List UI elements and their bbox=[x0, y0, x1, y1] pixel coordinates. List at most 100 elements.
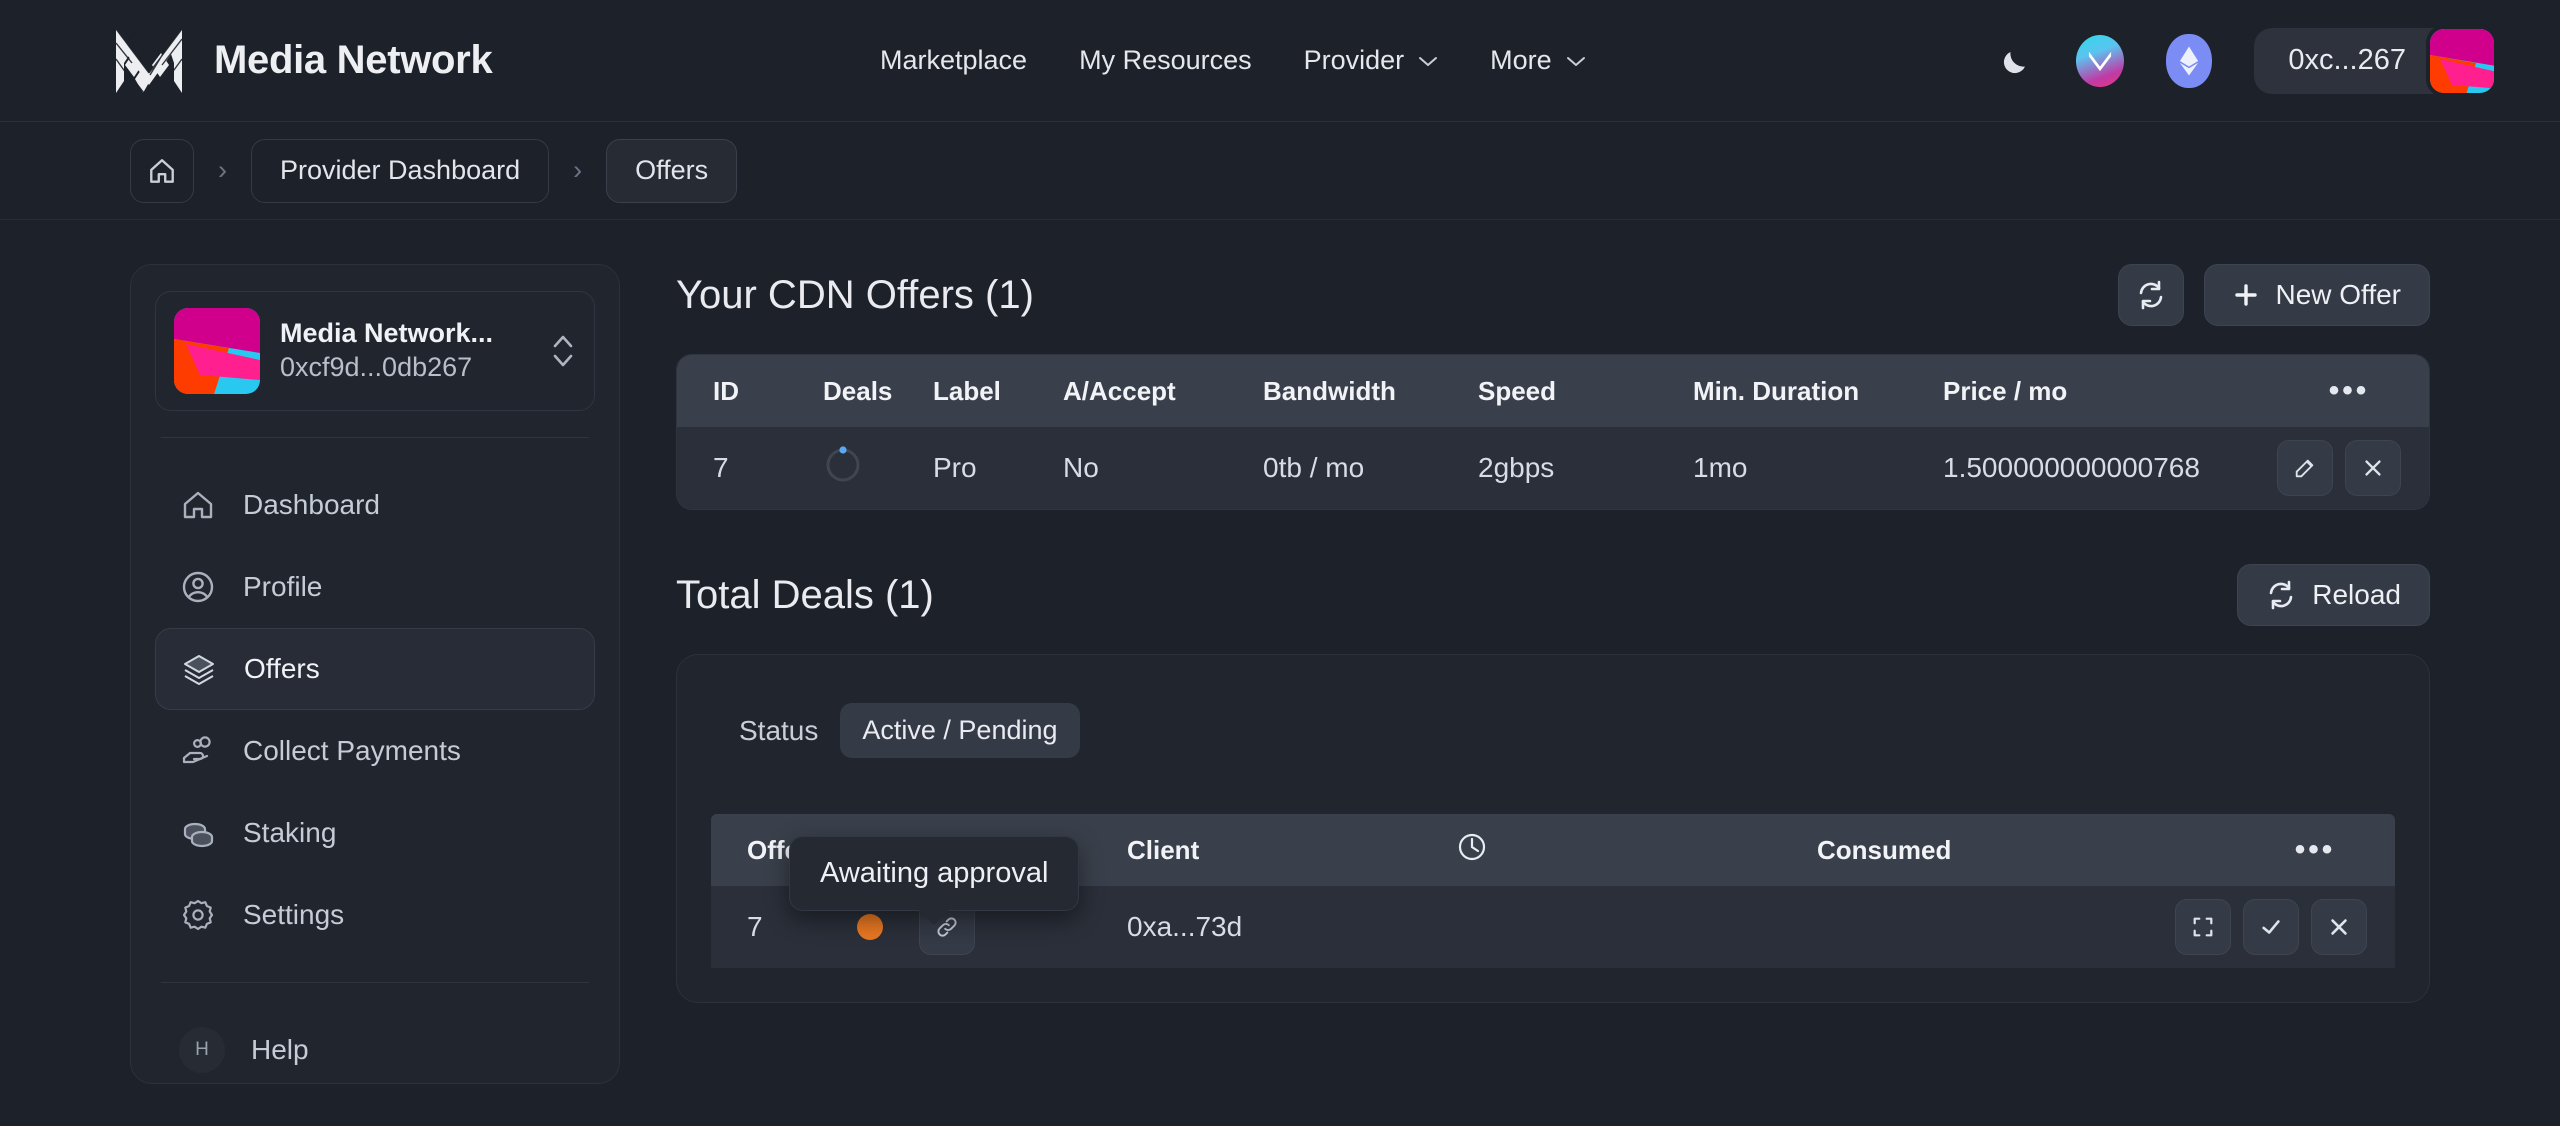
media-network-logo-icon bbox=[115, 28, 183, 93]
offers-table: ID Deals Label A/Accept Bandwidth Speed … bbox=[676, 354, 2430, 510]
sidebar-item-collect-payments[interactable]: Collect Payments bbox=[155, 710, 595, 792]
deals-table-menu-button[interactable]: ••• bbox=[2235, 833, 2395, 867]
breadcrumb-separator: › bbox=[218, 155, 227, 185]
new-offer-button[interactable]: New Offer bbox=[2204, 264, 2430, 326]
breadcrumb-item-provider-dashboard[interactable]: Provider Dashboard bbox=[251, 138, 550, 203]
account-avatar bbox=[174, 308, 260, 394]
status-filter: Status Active / Pending bbox=[711, 689, 1098, 772]
reload-icon bbox=[2269, 580, 2293, 610]
sidebar-item-staking[interactable]: Staking bbox=[155, 792, 595, 874]
moon-icon bbox=[2004, 51, 2026, 73]
nav-label: Provider bbox=[1303, 45, 1405, 75]
cell-bandwidth: 0tb / mo bbox=[1263, 452, 1365, 483]
cell-client: 0xa...73d bbox=[1127, 911, 1243, 942]
main-navigation: Marketplace My Resources Provider More bbox=[880, 45, 1586, 76]
column-header-min-duration: Min. Duration bbox=[1693, 375, 1860, 406]
column-header-duration bbox=[1457, 832, 1817, 869]
wallet-address: 0xc...267 bbox=[2288, 44, 2406, 76]
nav-item-provider[interactable]: Provider bbox=[1304, 45, 1439, 76]
cell-min-duration: 1mo bbox=[1693, 452, 1748, 483]
chevron-up-down-icon bbox=[553, 335, 573, 367]
delete-offer-button[interactable] bbox=[2345, 440, 2401, 496]
sidebar-item-settings[interactable]: Settings bbox=[155, 874, 595, 956]
sidebar-divider bbox=[161, 982, 589, 983]
ethereum-icon bbox=[2166, 33, 2213, 88]
nav-label: Marketplace bbox=[880, 45, 1028, 75]
account-switcher[interactable]: Media Network... 0xcf9d...0db267 bbox=[155, 291, 595, 411]
column-header-consumed: Consumed bbox=[1817, 834, 1952, 865]
avatar[interactable] bbox=[2426, 24, 2498, 97]
brand-name: Media Network bbox=[214, 38, 493, 82]
check-icon bbox=[2262, 920, 2280, 934]
nav-item-marketplace[interactable]: Marketplace bbox=[880, 45, 1027, 76]
sidebar-item-offers[interactable]: Offers bbox=[155, 628, 595, 710]
wallet-widget: 0xc...267 bbox=[2254, 24, 2498, 97]
column-header-bandwidth: Bandwidth bbox=[1263, 375, 1396, 406]
theme-toggle-button[interactable] bbox=[1998, 43, 2034, 79]
cell-a-accept: No bbox=[1063, 452, 1099, 483]
close-icon bbox=[2331, 919, 2347, 935]
expand-icon bbox=[2193, 917, 2213, 937]
deals-actions: Reload bbox=[2237, 564, 2430, 626]
sidebar-item-profile[interactable]: Profile bbox=[155, 546, 595, 628]
mn-glyph-icon bbox=[2089, 51, 2112, 71]
cell-label: Pro bbox=[933, 452, 977, 483]
column-header-id: ID bbox=[713, 375, 739, 406]
ethereum-network-button[interactable] bbox=[2166, 33, 2213, 88]
brand-logo-link[interactable]: Media Network bbox=[110, 25, 493, 97]
expand-deal-button[interactable] bbox=[2175, 899, 2231, 955]
layers-icon bbox=[180, 650, 218, 688]
status-filter-chip[interactable]: Active / Pending bbox=[840, 703, 1080, 758]
media-network-token-icon bbox=[2076, 34, 2125, 87]
table-row[interactable]: 7 Pro No 0tb / mo 2gbps 1mo 1.5000000000… bbox=[677, 427, 2429, 509]
sidebar-divider bbox=[161, 437, 589, 438]
nav-item-my-resources[interactable]: My Resources bbox=[1079, 45, 1252, 76]
gear-icon bbox=[179, 896, 217, 934]
breadcrumb: › Provider Dashboard › Offers bbox=[0, 122, 2560, 220]
sidebar: Media Network... 0xcf9d...0db267 Dashboa… bbox=[130, 264, 620, 1084]
breadcrumb-home-button[interactable] bbox=[130, 138, 194, 203]
reject-deal-button[interactable] bbox=[2311, 899, 2367, 955]
avatar-art bbox=[174, 308, 260, 394]
account-info: Media Network... 0xcf9d...0db267 bbox=[280, 317, 530, 385]
sidebar-item-label: Profile bbox=[243, 571, 323, 602]
nav-label: More bbox=[1490, 45, 1552, 75]
edit-icon bbox=[2295, 459, 2314, 478]
nav-item-more[interactable]: More bbox=[1490, 45, 1586, 76]
home-icon bbox=[179, 486, 217, 524]
home-icon bbox=[150, 158, 174, 183]
status-badge[interactable] bbox=[857, 914, 883, 940]
approve-deal-button[interactable] bbox=[2243, 899, 2299, 955]
breadcrumb-item-offers[interactable]: Offers bbox=[606, 138, 738, 203]
cell-offer: 7 bbox=[747, 911, 763, 942]
account-name: Media Network... bbox=[280, 318, 494, 349]
cell-price-mo: 1.500000000000768 bbox=[1943, 452, 2200, 483]
status-tooltip: Awaiting approval bbox=[789, 836, 1080, 911]
column-header-client: Client bbox=[1127, 834, 1200, 865]
reload-deals-button[interactable]: Reload bbox=[2237, 564, 2430, 626]
sidebar-item-label: Settings bbox=[243, 899, 345, 930]
nav-label: My Resources bbox=[1079, 45, 1252, 75]
page-body: Media Network... 0xcf9d...0db267 Dashboa… bbox=[0, 220, 2560, 1084]
main-content: Your CDN Offers (1) New Offer ID Deals L… bbox=[620, 264, 2560, 1084]
offers-table-menu-button[interactable]: ••• bbox=[2269, 374, 2429, 408]
sidebar-item-label: Offers bbox=[244, 653, 320, 684]
top-header: Media Network Marketplace My Resources P… bbox=[0, 0, 2560, 122]
cell-id: 7 bbox=[713, 452, 729, 483]
breadcrumb-separator: › bbox=[573, 155, 583, 185]
offers-actions: New Offer bbox=[2118, 264, 2430, 326]
deals-section-header: Total Deals (1) Reload bbox=[676, 564, 2430, 626]
chevron-down-icon bbox=[1419, 56, 1438, 66]
account-address: 0xcf9d...0db267 bbox=[280, 352, 473, 382]
deals-panel: Status Active / Pending Offer Status Cli… bbox=[676, 654, 2430, 1003]
sidebar-item-label: Help bbox=[251, 1034, 309, 1065]
sidebar-item-help[interactable]: H Help bbox=[155, 1009, 595, 1091]
sidebar-item-dashboard[interactable]: Dashboard bbox=[155, 464, 595, 546]
header-actions: 0xc...267 bbox=[1998, 24, 2498, 97]
chevron-down-icon bbox=[1566, 56, 1585, 66]
status-filter-label: Status bbox=[739, 714, 819, 746]
token-balance-button[interactable] bbox=[2076, 34, 2125, 87]
edit-offer-button[interactable] bbox=[2277, 440, 2333, 496]
sidebar-item-label: Collect Payments bbox=[243, 735, 461, 766]
refresh-offers-button[interactable] bbox=[2118, 264, 2185, 326]
